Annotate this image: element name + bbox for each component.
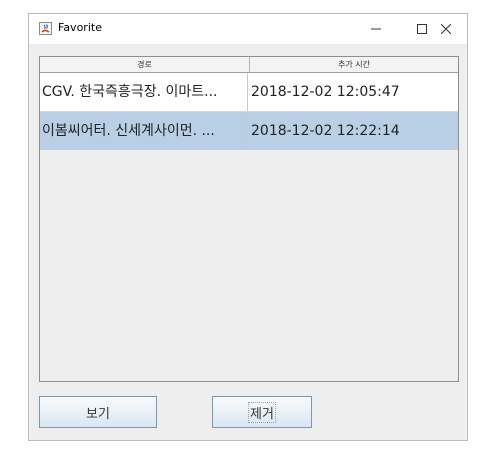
view-button-label: 보기 xyxy=(86,406,110,422)
remove-button-label: 제거 xyxy=(248,401,276,423)
column-header-route[interactable]: 경로 xyxy=(40,57,250,72)
close-button[interactable] xyxy=(425,14,467,44)
close-icon xyxy=(441,24,451,34)
window-title: Favorite xyxy=(58,21,102,34)
favorites-table[interactable]: 경로 추가 시간 CGV. 한국즉흥극장. 이마트... 2018-12-02 … xyxy=(39,56,459,382)
route-cell: 이봄씨어터. 신세계사이먼. ... xyxy=(42,112,248,150)
time-cell: 2018-12-02 12:05:47 xyxy=(251,84,400,100)
table-header: 경로 추가 시간 xyxy=(40,57,458,73)
table-row-selected[interactable]: 이봄씨어터. 신세계사이먼. ... 2018-12-02 12:22:14 xyxy=(40,112,458,150)
minimize-icon xyxy=(371,28,381,30)
minimize-button[interactable] xyxy=(353,14,399,44)
table-row[interactable]: CGV. 한국즉흥극장. 이마트... 2018-12-02 12:05:47 xyxy=(40,73,458,111)
view-button[interactable]: 보기 xyxy=(39,396,157,428)
title-bar[interactable]: Favorite xyxy=(29,14,467,44)
column-header-added-time[interactable]: 추가 시간 xyxy=(250,57,458,72)
route-cell: CGV. 한국즉흥극장. 이마트... xyxy=(42,73,248,111)
favorite-window: Favorite 경로 추가 시간 CGV. 한국즉흥극장. 이마트... 20… xyxy=(28,13,468,441)
java-app-icon xyxy=(39,22,52,35)
time-cell: 2018-12-02 12:22:14 xyxy=(251,123,400,139)
remove-button[interactable]: 제거 xyxy=(212,396,312,428)
